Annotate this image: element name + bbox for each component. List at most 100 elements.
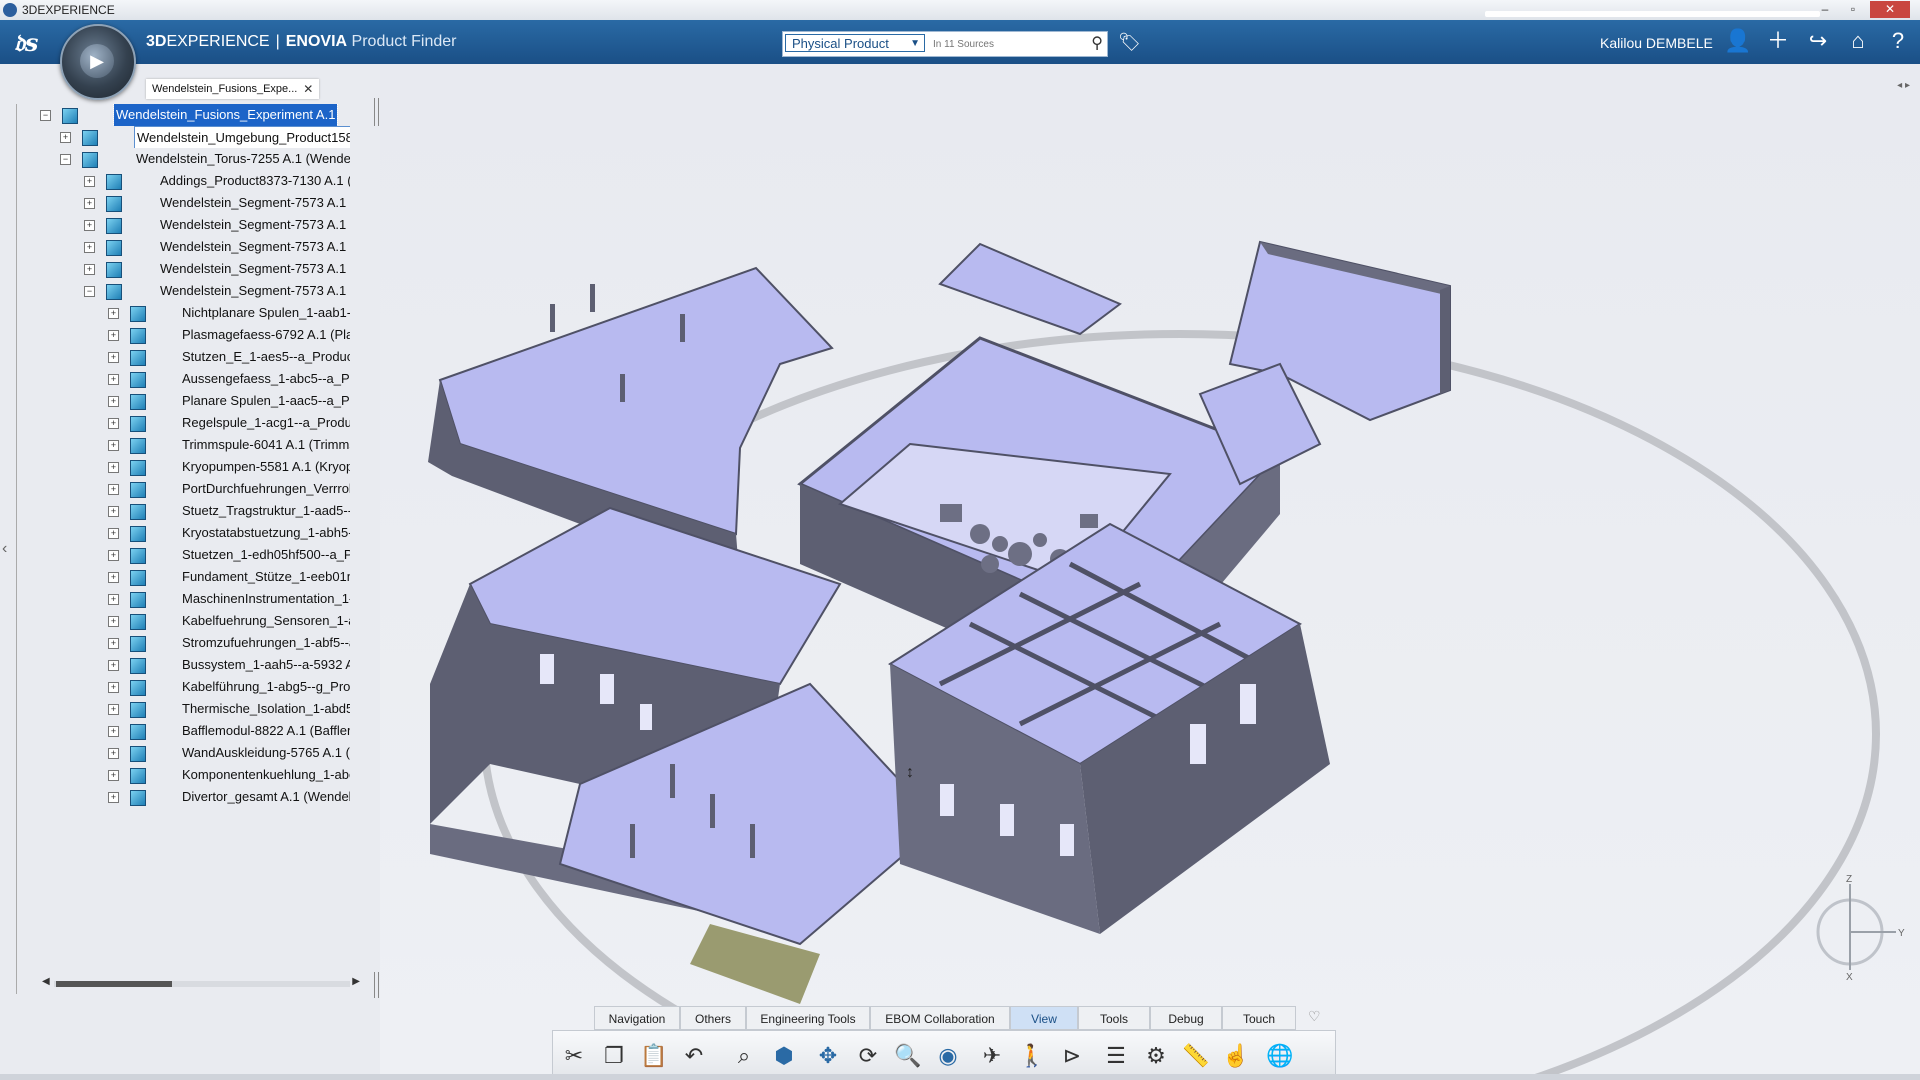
- expand-icon[interactable]: +: [108, 528, 119, 539]
- expand-icon[interactable]: +: [108, 484, 119, 495]
- tab-view[interactable]: View: [1010, 1006, 1078, 1030]
- tree-item[interactable]: + Stutzen_E_1-aes5--a_Product1: [108, 346, 350, 368]
- collapse-icon[interactable]: −: [84, 286, 95, 297]
- globe-icon[interactable]: 🌐: [1265, 1041, 1295, 1071]
- close-window-button[interactable]: ✕: [1870, 1, 1910, 18]
- 3d-viewport[interactable]: [380, 64, 1920, 1080]
- tree-item[interactable]: + Kabelfuehrung_Sensoren_1-aa: [108, 610, 350, 632]
- tree-icon[interactable]: ☰: [1101, 1041, 1131, 1071]
- collapse-icon[interactable]: −: [60, 154, 71, 165]
- tab-navigation[interactable]: Navigation: [594, 1006, 680, 1030]
- fit-all-icon[interactable]: ⌕: [729, 1041, 759, 1071]
- tab-debug[interactable]: Debug: [1150, 1006, 1222, 1030]
- tree-item[interactable]: + Trimmspule-6041 A.1 (Trimms: [108, 434, 350, 456]
- tree-horizontal-scrollbar[interactable]: ◀ ▶: [42, 976, 360, 990]
- undo-icon[interactable]: ↶: [679, 1041, 709, 1071]
- tree-item[interactable]: + PortDurchfuehrungen_Verrroh: [108, 478, 350, 500]
- expand-icon[interactable]: +: [108, 660, 119, 671]
- pan-icon[interactable]: ✥: [813, 1041, 843, 1071]
- expand-icon[interactable]: +: [84, 220, 95, 231]
- tree-item[interactable]: + Bafflemodul-8822 A.1 (Bafflem: [108, 720, 350, 742]
- tree-item[interactable]: + WandAuskleidung-5765 A.1 (V: [108, 742, 350, 764]
- tree-item[interactable]: + Aussengefaess_1-abc5--a_Proc: [108, 368, 350, 390]
- expand-icon[interactable]: +: [108, 572, 119, 583]
- action-bar-more-icon[interactable]: ♡: [1308, 1008, 1321, 1025]
- cut-icon[interactable]: ✂: [559, 1041, 589, 1071]
- tree-splitter[interactable]: [374, 98, 379, 126]
- collapse-icon[interactable]: −: [40, 110, 51, 121]
- expand-icon[interactable]: +: [84, 242, 95, 253]
- home-icon[interactable]: ⌂: [1844, 27, 1872, 55]
- maximize-button[interactable]: ▫: [1840, 1, 1866, 18]
- rotate-icon[interactable]: ⟳: [853, 1041, 883, 1071]
- expand-icon[interactable]: +: [108, 638, 119, 649]
- expand-icon[interactable]: +: [84, 176, 95, 187]
- next-icon[interactable]: ⊳: [1057, 1041, 1087, 1071]
- tree-item[interactable]: + Komponentenkuehlung_1-abe: [108, 764, 350, 786]
- tree-item[interactable]: + Stuetz_Tragstruktur_1-aad5--a: [108, 500, 350, 522]
- minimize-button[interactable]: –: [1812, 1, 1838, 18]
- scroll-right-icon[interactable]: ▶: [352, 976, 360, 987]
- expand-icon[interactable]: +: [108, 440, 119, 451]
- document-tab[interactable]: Wendelstein_Fusions_Expe... ✕: [146, 79, 320, 99]
- panel-splitter[interactable]: [374, 972, 379, 998]
- expand-icon[interactable]: +: [108, 374, 119, 385]
- tree-item[interactable]: − Wendelstein_Torus-7255 A.1 (Wendel:: [60, 148, 350, 170]
- user-name[interactable]: Kalilou DEMBELE: [1600, 35, 1713, 51]
- expand-icon[interactable]: +: [108, 352, 119, 363]
- tree-item[interactable]: + Regelspule_1-acg1--a_Product: [108, 412, 350, 434]
- tree-item[interactable]: + Bussystem_1-aah5--a-5932 A.: [108, 654, 350, 676]
- share-icon[interactable]: ↪: [1804, 27, 1832, 55]
- expand-icon[interactable]: +: [60, 132, 71, 143]
- tab-engineering-tools[interactable]: Engineering Tools: [746, 1006, 870, 1030]
- walk-icon[interactable]: 🚶: [1017, 1041, 1047, 1071]
- tree-item[interactable]: + Kryostatabstuetzung_1-abh5--: [108, 522, 350, 544]
- expand-icon[interactable]: +: [84, 264, 95, 275]
- ds-logo-icon[interactable]: 𝔡s: [14, 28, 38, 57]
- tree-item[interactable]: + Planare Spulen_1-aac5--a_Proc: [108, 390, 350, 412]
- tree-item[interactable]: + Stuetzen_1-edh05hf500--a_Pr: [108, 544, 350, 566]
- scroll-left-icon[interactable]: ◀: [42, 976, 50, 987]
- tree-item[interactable]: + Wendelstein_Segment-7573 A.1 (V: [84, 214, 350, 236]
- expand-icon[interactable]: +: [108, 748, 119, 759]
- tree-item[interactable]: + Kabelführung_1-abg5--g_Prod: [108, 676, 350, 698]
- tree-item[interactable]: + Plasmagefaess-6792 A.1 (Plasr: [108, 324, 350, 346]
- search-input[interactable]: [931, 35, 1075, 53]
- render-style-icon[interactable]: ◉: [933, 1041, 963, 1071]
- tree-item[interactable]: + Divertor_gesamt A.1 (Wendels: [108, 786, 350, 808]
- tab-scroll-arrows[interactable]: ◂ ▸: [1897, 80, 1910, 91]
- tree-root[interactable]: − Wendelstein_Fusions_Experiment A.1: [40, 104, 350, 126]
- tab-touch[interactable]: Touch: [1222, 1006, 1296, 1030]
- tree-item[interactable]: + Wendelstein_Segment-7573 A.1 (V: [84, 192, 350, 214]
- expand-icon[interactable]: +: [108, 462, 119, 473]
- expand-icon[interactable]: +: [108, 308, 119, 319]
- user-profile-icon[interactable]: 👤: [1724, 27, 1752, 55]
- add-icon[interactable]: ＋: [1764, 27, 1792, 55]
- close-icon[interactable]: ✕: [303, 79, 313, 99]
- tree-item[interactable]: + Addings_Product8373-7130 A.1 (V: [84, 170, 350, 192]
- tree-item[interactable]: + Wendelstein_Segment-7573 A.1 (V: [84, 236, 350, 258]
- expand-icon[interactable]: +: [108, 704, 119, 715]
- expand-icon[interactable]: +: [108, 396, 119, 407]
- tab-tools[interactable]: Tools: [1078, 1006, 1150, 1030]
- tab-others[interactable]: Others: [680, 1006, 746, 1030]
- expand-icon[interactable]: +: [108, 726, 119, 737]
- tree-item[interactable]: + Wendelstein_Segment-7573 A.1 (V: [84, 258, 350, 280]
- tree-item[interactable]: + Nichtplanare Spulen_1-aab1--a: [108, 302, 350, 324]
- compass-icon[interactable]: ⚙: [1141, 1041, 1171, 1071]
- expand-icon[interactable]: +: [108, 330, 119, 341]
- tree-item[interactable]: + Fundament_Stütze_1-eeb01no: [108, 566, 350, 588]
- fly-icon[interactable]: ✈: [977, 1041, 1007, 1071]
- expand-icon[interactable]: +: [108, 770, 119, 781]
- view-cube-icon[interactable]: ⬢: [769, 1041, 799, 1071]
- expand-icon[interactable]: +: [108, 550, 119, 561]
- tree-item[interactable]: − Wendelstein_Segment-7573 A.1 (V: [84, 280, 350, 302]
- tree-item[interactable]: + Kryopumpen-5581 A.1 (Kryopi: [108, 456, 350, 478]
- help-icon[interactable]: ?: [1884, 27, 1912, 55]
- collapse-panel-icon[interactable]: ‹: [2, 540, 7, 558]
- expand-icon[interactable]: +: [84, 198, 95, 209]
- measure-icon[interactable]: 📏: [1181, 1041, 1211, 1071]
- search-icon[interactable]: ⚲: [1091, 33, 1103, 53]
- hand-icon[interactable]: ☝: [1221, 1041, 1251, 1071]
- copy-icon[interactable]: ❐: [599, 1041, 629, 1071]
